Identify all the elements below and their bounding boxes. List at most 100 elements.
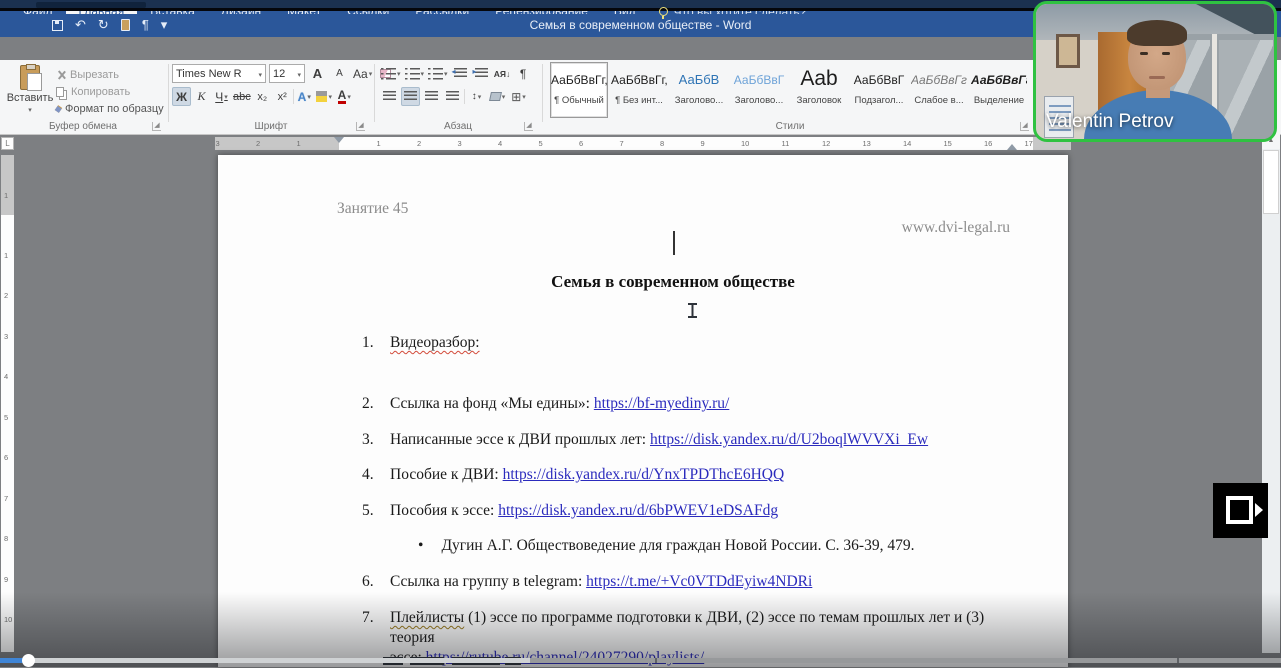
ruler-number: 2 (256, 139, 261, 148)
justify-button[interactable] (443, 87, 462, 106)
video-progress-bar[interactable] (0, 654, 1281, 667)
borders-button[interactable]: ⊞ (509, 87, 528, 106)
clipboard-dialog-launcher-icon[interactable]: ◢ (152, 122, 161, 131)
multilevel-list-icon (428, 67, 444, 80)
line-spacing-icon: ↕ (471, 91, 477, 102)
styles-dialog-launcher-icon[interactable]: ◢ (1020, 122, 1029, 131)
align-center-button[interactable] (401, 87, 420, 106)
vertical-scrollbar[interactable]: ▲ (1262, 133, 1280, 653)
font-color-button[interactable]: А (335, 87, 354, 106)
ruler-number: 1 (4, 250, 9, 260)
ruler-number: 1 (376, 139, 381, 148)
font-family-select[interactable]: Times New R (172, 64, 266, 83)
hyperlink[interactable]: https://bf-myediny.ru/ (594, 395, 729, 412)
sort-button[interactable]: АЯ↓ (493, 64, 512, 83)
chevron-down-icon (258, 68, 262, 80)
style-subtle-emphasis[interactable]: АаБбВвГг, Слабое в... (910, 62, 968, 118)
style-heading2[interactable]: АаБбВвГ Заголово... (730, 62, 788, 118)
shading-button[interactable] (488, 87, 507, 106)
styles-group-label: Стили (775, 121, 805, 132)
ruler-number: 15 (943, 139, 952, 148)
highlight-color-button[interactable] (315, 87, 334, 106)
ruler-number: 3 (215, 139, 220, 148)
subscript-button[interactable]: x₂ (253, 87, 272, 106)
format-painter-button[interactable]: Формат по образцу (54, 101, 164, 116)
font-group-label: Шрифт (254, 121, 288, 132)
align-left-button[interactable] (380, 87, 399, 106)
ruler-number: 1 (296, 139, 301, 148)
v-ruler-top-margin (1, 155, 14, 215)
ruler-number: 6 (579, 139, 584, 148)
borders-icon: ⊞ (511, 89, 522, 104)
copy-button[interactable]: Копировать (56, 84, 130, 99)
increase-indent-button[interactable] (472, 64, 491, 83)
ruler-number: 16 (984, 139, 993, 148)
paragraph-dialog-launcher-icon[interactable]: ◢ (524, 122, 533, 131)
line-spacing-button[interactable]: ↕ (467, 87, 486, 106)
align-right-icon (425, 91, 438, 102)
tab-selector[interactable]: L (1, 137, 14, 150)
font-dialog-launcher-icon[interactable]: ◢ (356, 122, 365, 131)
scrollbar-thumb[interactable] (1263, 150, 1279, 214)
paragraph-group-label: Абзац (443, 121, 473, 132)
list-item-4: 4. Пособие к ДВИ: https://disk.yandex.ru… (362, 466, 785, 483)
first-line-indent-marker[interactable] (334, 137, 344, 148)
webcam-overlay: Valentin Petrov (1033, 1, 1277, 142)
document-page[interactable]: Занятие 45 www.dvi-legal.ru Семья в совр… (218, 155, 1068, 667)
show-paragraph-marks-button[interactable]: ¶ (514, 64, 533, 83)
cut-button[interactable]: Вырезать (56, 67, 119, 82)
clipboard-group-label: Буфер обмена (49, 121, 117, 132)
list-item-6: 6. Ссылка на группу в telegram: https://… (362, 573, 813, 590)
bullet-list-button[interactable] (380, 64, 402, 83)
buffered-segment (30, 658, 530, 663)
ruler-number: 4 (4, 372, 9, 381)
justify-icon (446, 91, 459, 102)
grow-font-button[interactable]: А (308, 64, 327, 83)
underline-button[interactable]: Ч (212, 87, 231, 106)
text-cursor (673, 231, 675, 255)
header-lesson-number: Занятие 45 (337, 200, 409, 217)
sub-bullet-item: • Дугин А.Г. Обществоведение для граждан … (418, 537, 915, 554)
ruler-number: 7 (619, 139, 624, 148)
style-emphasis[interactable]: АаБбВвГг, Выделение (970, 62, 1028, 118)
bold-button[interactable]: Ж (172, 87, 191, 106)
font-size-select[interactable]: 12 (269, 64, 305, 83)
paint-bucket-icon (488, 92, 502, 101)
superscript-button[interactable]: x² (273, 87, 292, 106)
numbered-list-button[interactable] (404, 64, 426, 83)
style-normal[interactable]: АаБбВвГг, ¶ Обычный (550, 62, 608, 118)
shrink-font-button[interactable]: А (330, 64, 349, 83)
ruler-number: 2 (4, 291, 9, 300)
ruler-number: 1 (4, 190, 9, 200)
ruler-number: 4 (498, 139, 503, 148)
scissors-icon (56, 70, 66, 80)
numbered-list-icon (404, 67, 420, 80)
style-no-spacing[interactable]: АаБбВвГг, ¶ Без инт... (610, 62, 668, 118)
hyperlink[interactable]: https://disk.yandex.ru/d/YnxTPDThcE6HQQ (503, 466, 785, 483)
right-indent-marker[interactable] (1007, 139, 1017, 150)
ruler-number: 8 (660, 139, 665, 148)
text-effects-button[interactable]: А (295, 87, 314, 106)
style-heading1[interactable]: АаБбВ Заголово... (670, 62, 728, 118)
paste-button[interactable]: Вставить ▾ (7, 64, 53, 126)
chevron-down-icon (297, 68, 301, 80)
multilevel-list-button[interactable] (427, 64, 449, 83)
playhead-knob[interactable] (22, 654, 35, 667)
align-right-button[interactable] (422, 87, 441, 106)
style-subtitle[interactable]: АаБбВвГ Подзагол... (850, 62, 908, 118)
copy-icon (56, 86, 64, 97)
ruler-number: 2 (417, 139, 422, 148)
decrease-indent-button[interactable] (451, 64, 470, 83)
style-title[interactable]: Aab Заголовок (790, 62, 848, 118)
italic-button[interactable]: К (192, 87, 211, 106)
overlay-widget-button[interactable] (1213, 483, 1268, 538)
change-case-button[interactable]: Aa (352, 64, 373, 83)
hyperlink[interactable]: https://disk.yandex.ru/d/6bPWEV1eDSAFdg (498, 502, 778, 519)
hyperlink[interactable]: https://t.me/+Vc0VTDdEyiw4NDRi (586, 573, 812, 590)
strikethrough-button[interactable]: abc (232, 87, 252, 106)
ruler-number: 5 (4, 412, 9, 422)
hyperlink[interactable]: https://disk.yandex.ru/d/U2boqlWVVXi_Ew (650, 431, 928, 448)
ruler-number: 3 (457, 139, 462, 148)
chapter-separator (1177, 658, 1179, 663)
bullet-marker: • (418, 537, 424, 554)
